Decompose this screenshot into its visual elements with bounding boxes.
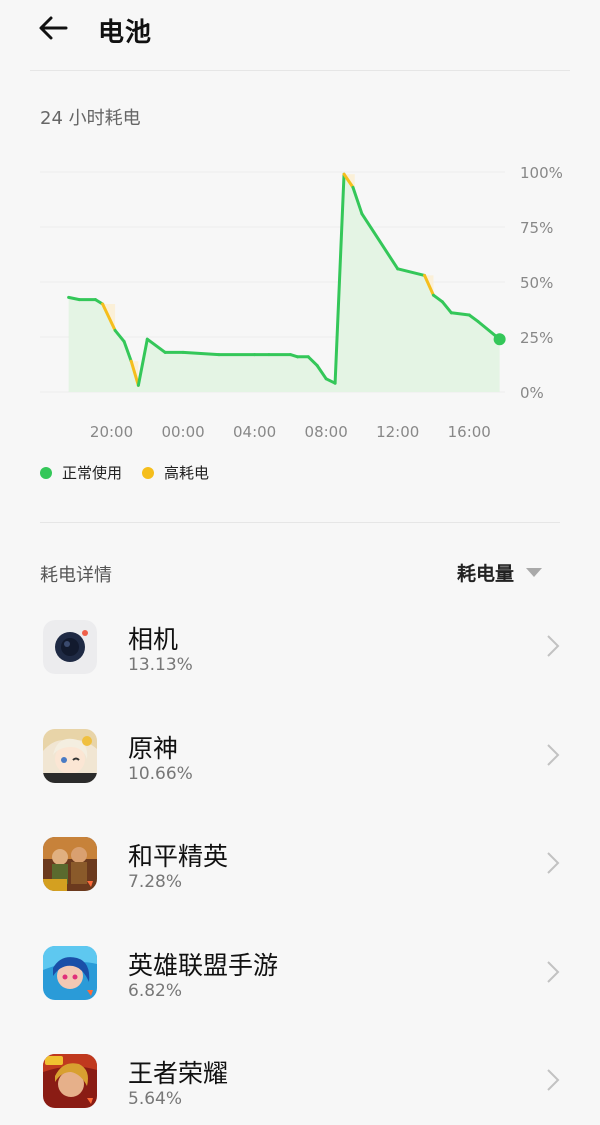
x-tick-label: 20:00	[90, 423, 133, 441]
header: 电池	[0, 0, 600, 70]
legend-item-high: 高耗电	[142, 462, 209, 483]
legend-dot-high	[142, 466, 155, 479]
current-level-dot	[493, 333, 506, 346]
x-tick-label: 08:00	[305, 423, 348, 441]
app-row-honor-of-kings[interactable]: 王者荣耀 5.64%	[0, 1026, 600, 1125]
legend-label-high: 高耗电	[164, 464, 210, 482]
app-row-peace-elite[interactable]: 和平精英 7.28%	[0, 809, 600, 918]
section-divider	[40, 522, 560, 523]
chevron-right-icon	[547, 635, 560, 657]
chevron-right-icon	[547, 743, 560, 766]
chart-title: 24 小时耗电	[40, 108, 141, 129]
header-divider	[30, 70, 570, 71]
chevron-right-icon	[547, 1069, 560, 1091]
y-tick-label: 75%	[520, 219, 553, 237]
y-tick-label: 100%	[520, 164, 563, 182]
x-tick-label: 00:00	[161, 423, 204, 441]
app-name: 和平精英	[128, 842, 229, 871]
app-name: 原神	[128, 733, 179, 763]
caret-down-icon	[526, 568, 542, 577]
app-percentage: 13.13%	[128, 655, 193, 675]
y-tick-label: 50%	[520, 274, 553, 292]
x-axis-labels: 20:00 00:00 04:00 08:00 12:00 16:00	[90, 423, 491, 441]
app-name: 王者荣耀	[128, 1059, 229, 1088]
app-row-genshin[interactable]: 原神 10.66%	[0, 701, 600, 810]
app-percentage: 6.82%	[128, 980, 183, 1001]
app-percentage: 5.64%	[128, 1089, 183, 1109]
legend-dot-normal	[40, 466, 52, 479]
legend-label-normal: 正常使用	[62, 464, 123, 482]
app-name: 相机	[128, 625, 179, 654]
genshin-icon	[43, 728, 97, 783]
camera-icon	[43, 620, 97, 674]
page-title: 电池	[98, 18, 153, 48]
detail-section-title: 耗电详情	[40, 565, 112, 586]
chevron-right-icon	[547, 852, 560, 874]
y-tick-label: 0%	[520, 384, 544, 402]
y-axis-labels: 100% 75% 50% 25% 0%	[520, 164, 563, 402]
back-arrow-icon[interactable]	[30, 10, 76, 50]
lol-wild-rift-icon	[43, 945, 97, 1000]
legend-item-normal: 正常使用	[40, 462, 122, 483]
peace-elite-icon	[43, 837, 97, 891]
usage-area-fill	[68, 174, 500, 392]
app-name: 英雄联盟手游	[128, 950, 279, 980]
chevron-right-icon	[547, 960, 560, 983]
x-tick-label: 04:00	[233, 423, 276, 441]
honor-of-kings-icon	[43, 1054, 97, 1108]
chart-legend: 正常使用 高耗电	[40, 462, 229, 483]
app-row-lol-wild-rift[interactable]: 英雄联盟手游 6.82%	[0, 918, 600, 1027]
x-tick-label: 16:00	[448, 423, 491, 441]
app-percentage: 7.28%	[128, 872, 183, 892]
y-tick-label: 25%	[520, 329, 553, 347]
sort-dropdown[interactable]: 耗电量	[457, 559, 542, 586]
battery-usage-chart: 100% 75% 50% 25% 0% 20:00 00:00 04:00 08:00 12:0…	[40, 164, 563, 441]
x-tick-label: 12:00	[376, 423, 419, 441]
app-percentage: 10.66%	[128, 763, 193, 784]
app-row-camera[interactable]: 相机 13.13%	[0, 592, 600, 701]
sort-label: 耗电量	[456, 563, 514, 585]
app-list: 相机 13.13% 原神 10.66% 和平精英 7.28% 英雄联盟手游 6.…	[0, 592, 600, 1125]
